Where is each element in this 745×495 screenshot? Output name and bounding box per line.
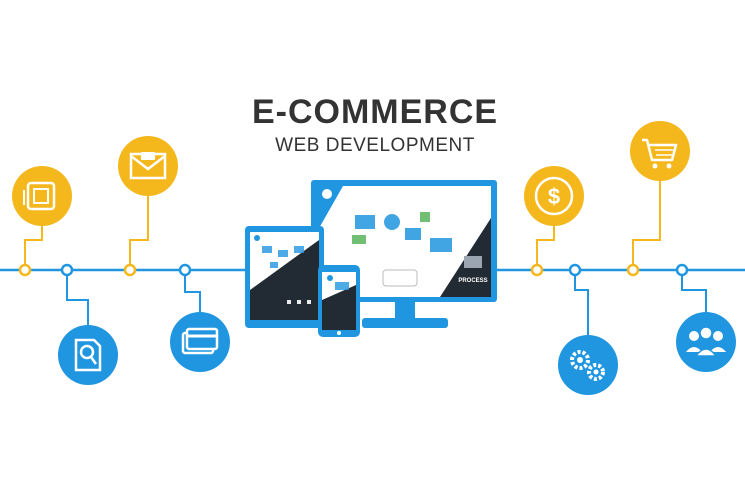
infographic: $ PROCESS — [0, 121, 745, 395]
gears-icon — [558, 335, 618, 395]
envelope-icon — [118, 136, 178, 196]
phone — [318, 265, 360, 337]
svg-text:$: $ — [548, 184, 560, 209]
tablet — [245, 226, 324, 328]
credit-card-icon — [170, 312, 230, 372]
dollar-icon: $ — [524, 166, 584, 226]
users-icon — [676, 312, 736, 372]
shopping-cart-icon — [630, 121, 690, 181]
document-search-icon — [58, 325, 118, 385]
monitor-process-label: PROCESS — [458, 278, 487, 284]
calendar-icon — [12, 166, 72, 226]
